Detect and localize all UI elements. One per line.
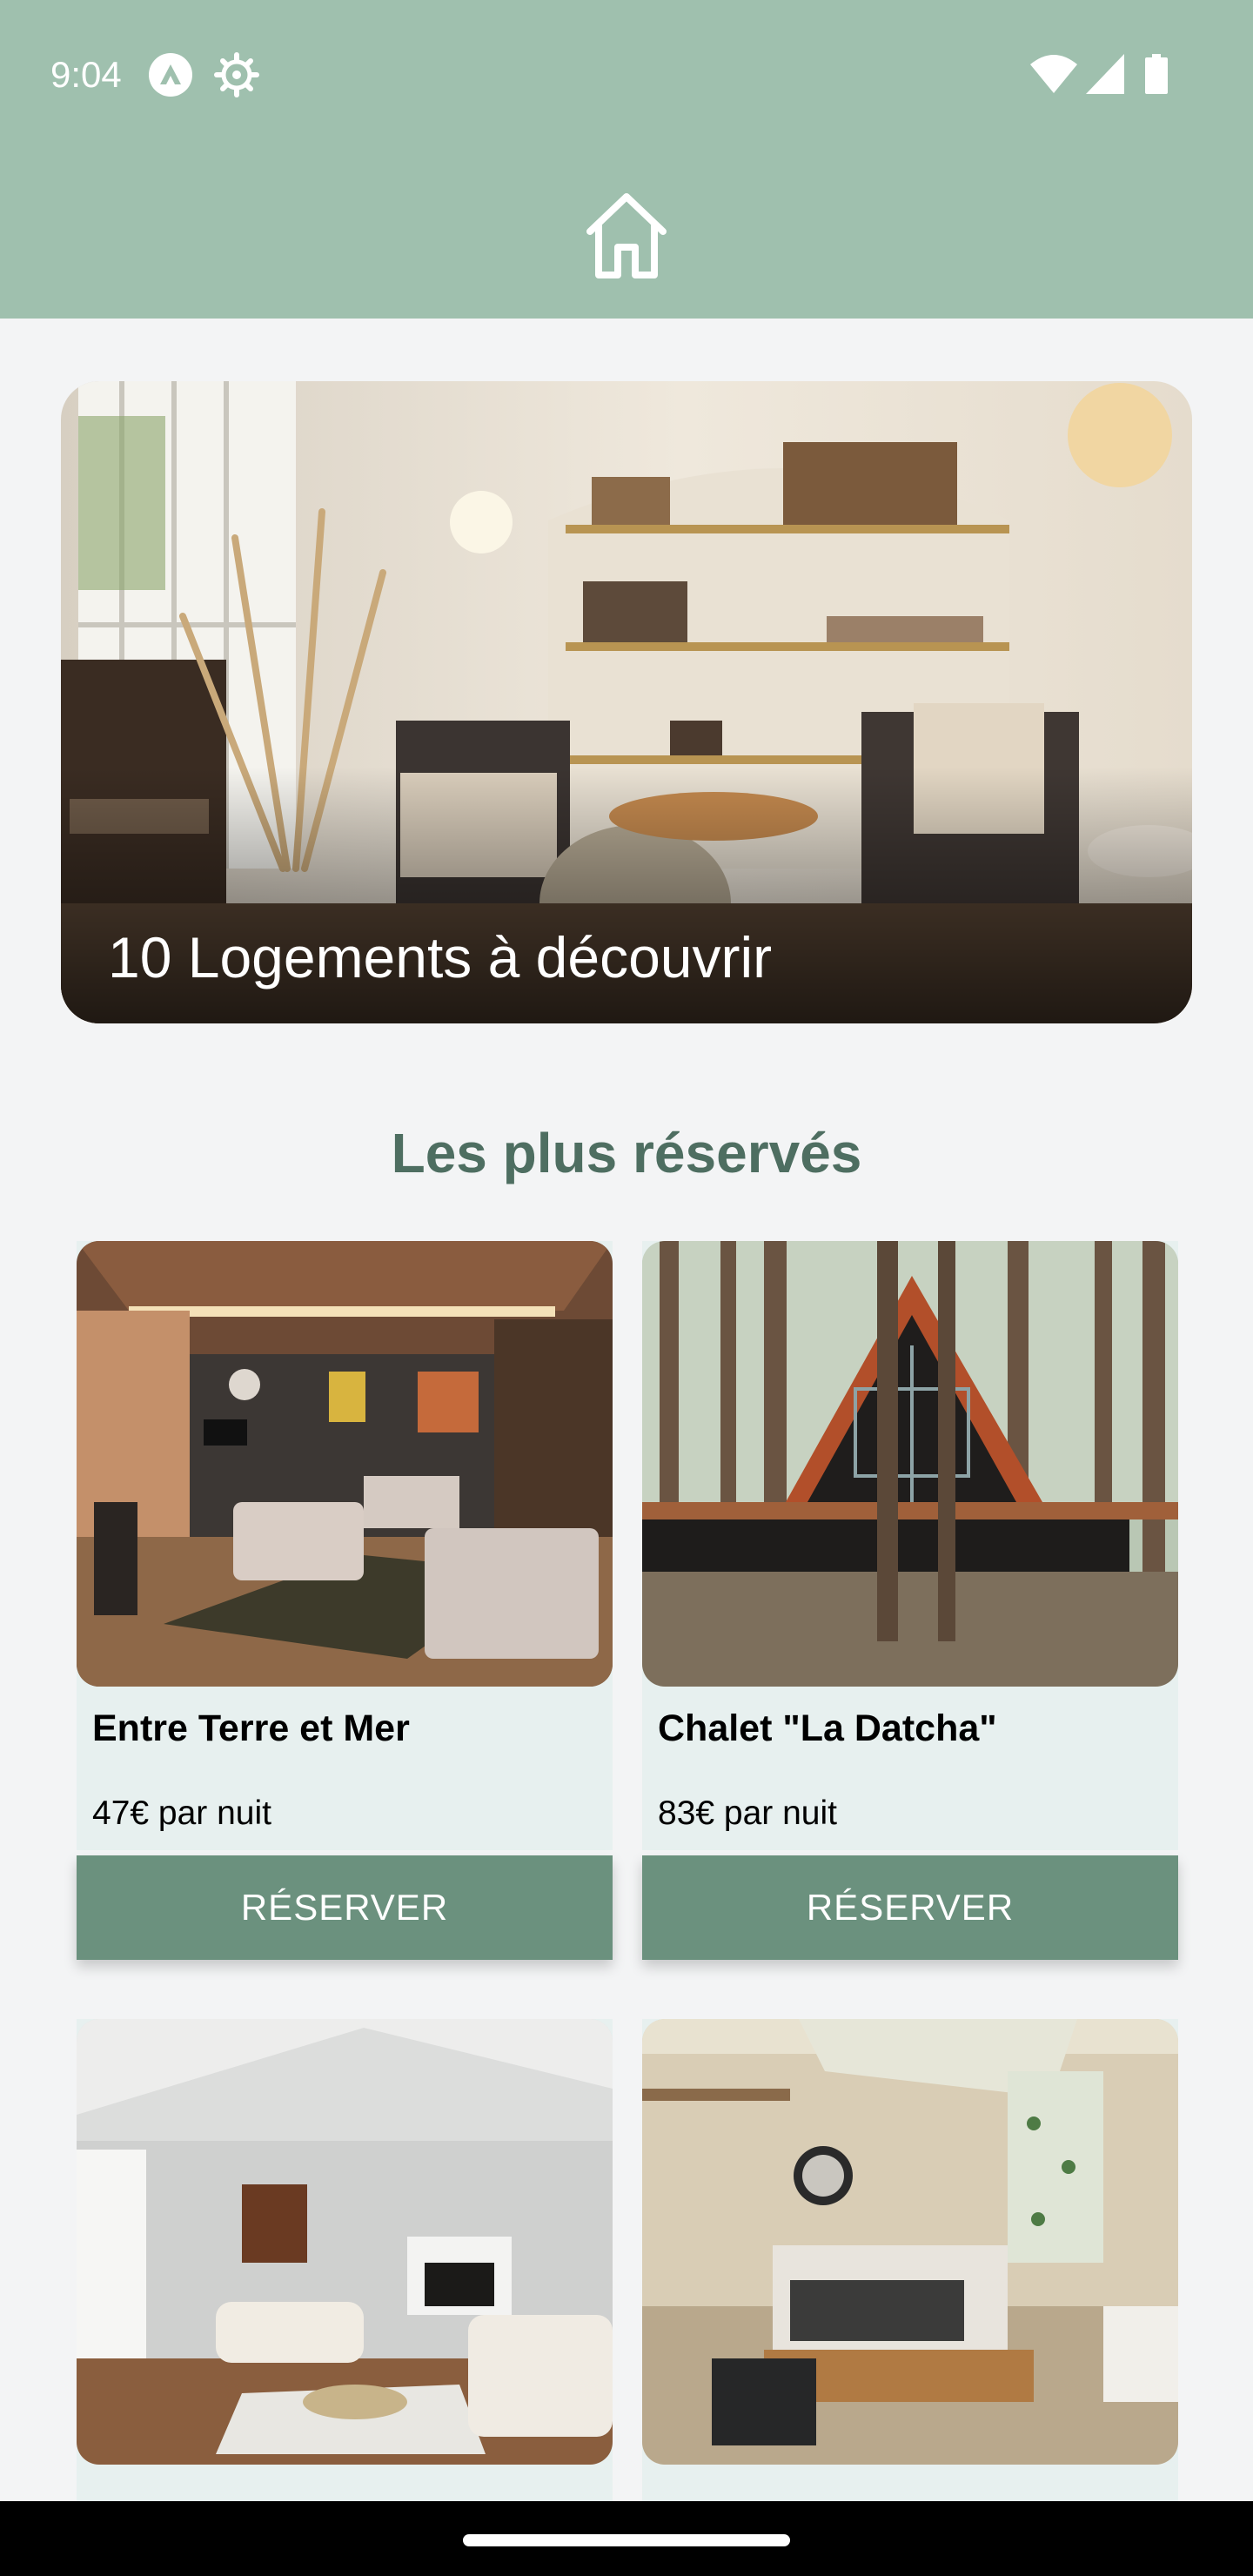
listing-card-4[interactable] bbox=[642, 2019, 1178, 2576]
listing-photo-bright-living-room bbox=[77, 2019, 613, 2465]
listing-photo-bedroom bbox=[642, 2019, 1178, 2465]
home-indicator[interactable] bbox=[463, 2534, 790, 2546]
listing-card-1[interactable]: Entre Terre et Mer 47€ par nuit RÉSERVER bbox=[77, 1241, 613, 1960]
status-bar: 9:04 bbox=[0, 0, 1253, 148]
listing-photo-living-room bbox=[77, 1241, 613, 1687]
listing-price: 83€ par nuit bbox=[658, 1794, 837, 1832]
listing-price: 47€ par nuit bbox=[92, 1794, 271, 1832]
reserve-button[interactable]: RÉSERVER bbox=[642, 1855, 1178, 1960]
listing-card-3[interactable] bbox=[77, 2019, 613, 2576]
screen: 9:04 10 Logements à découvrir Les plus r… bbox=[0, 0, 1253, 2576]
wifi-icon bbox=[1030, 55, 1077, 93]
section-title: Les plus réservés bbox=[391, 1122, 862, 1184]
signal-icon bbox=[1086, 54, 1124, 94]
listing-photo-a-frame-chalet bbox=[642, 1241, 1178, 1687]
listing-title: Chalet "La Datcha" bbox=[658, 1707, 997, 1749]
battery-icon bbox=[1145, 54, 1168, 94]
hero-banner[interactable]: 10 Logements à découvrir bbox=[61, 381, 1192, 1023]
listing-title: Entre Terre et Mer bbox=[92, 1707, 410, 1749]
listing-card-2[interactable]: Chalet "La Datcha" 83€ par nuit RÉSERVER bbox=[642, 1241, 1178, 1960]
app-notification-icon bbox=[149, 53, 192, 97]
settings-gear-icon bbox=[214, 52, 259, 97]
reserve-button[interactable]: RÉSERVER bbox=[77, 1855, 613, 1960]
status-time: 9:04 bbox=[50, 54, 122, 95]
hero-title: 10 Logements à découvrir bbox=[108, 925, 773, 989]
app-bar: 9:04 bbox=[0, 0, 1253, 319]
home-icon[interactable] bbox=[580, 190, 673, 280]
